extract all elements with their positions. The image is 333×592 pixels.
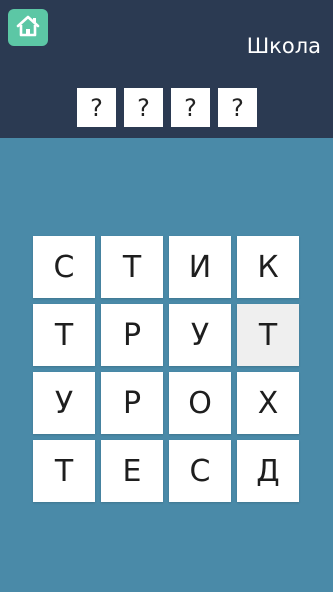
letter-tile[interactable]: Т — [33, 304, 95, 366]
letter-tile[interactable]: Т — [237, 304, 299, 366]
letter-tile[interactable]: И — [169, 236, 231, 298]
answer-slot[interactable]: ? — [122, 86, 165, 129]
letter-tile[interactable]: Т — [33, 440, 95, 502]
answer-slot[interactable]: ? — [216, 86, 259, 129]
answer-slots: ? ? ? ? — [75, 86, 259, 129]
letter-tile[interactable]: К — [237, 236, 299, 298]
letter-tile[interactable]: С — [33, 236, 95, 298]
home-icon — [15, 14, 41, 42]
top-bar: Школа ? ? ? ? — [0, 0, 333, 138]
letter-tile[interactable]: У — [33, 372, 95, 434]
letter-tile[interactable]: О — [169, 372, 231, 434]
letter-tile[interactable]: У — [169, 304, 231, 366]
answer-slot[interactable]: ? — [169, 86, 212, 129]
home-button[interactable] — [8, 9, 48, 46]
letter-tile[interactable]: Д — [237, 440, 299, 502]
category-title: Школа — [246, 34, 321, 58]
letter-grid: С Т И К Т Р У Т У Р О Х Т Е С Д — [33, 236, 299, 502]
letter-tile[interactable]: С — [169, 440, 231, 502]
answer-slot[interactable]: ? — [75, 86, 118, 129]
letter-tile[interactable]: Т — [101, 236, 163, 298]
letter-tile[interactable]: Р — [101, 304, 163, 366]
letter-tile[interactable]: Е — [101, 440, 163, 502]
letter-tile[interactable]: Р — [101, 372, 163, 434]
letter-tile[interactable]: Х — [237, 372, 299, 434]
